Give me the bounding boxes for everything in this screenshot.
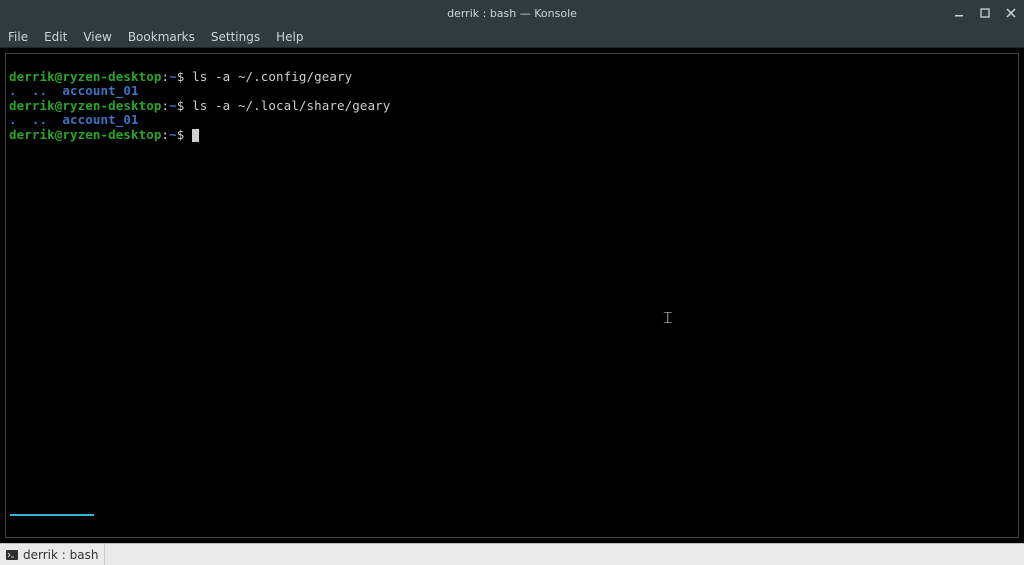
menu-bookmarks[interactable]: Bookmarks	[128, 30, 195, 44]
prompt-user: derrik@ryzen-desktop	[9, 69, 162, 84]
menu-file[interactable]: File	[8, 30, 28, 44]
menu-edit[interactable]: Edit	[44, 30, 67, 44]
command-text: ls -a ~/.local/share/geary	[192, 98, 390, 113]
menu-settings[interactable]: Settings	[211, 30, 260, 44]
output-dots: . ..	[9, 83, 62, 98]
menu-view[interactable]: View	[83, 30, 111, 44]
minimize-button[interactable]	[952, 6, 966, 20]
output-item: account_01	[62, 83, 138, 98]
tab-session[interactable]: derrik : bash	[0, 544, 105, 565]
prompt-end: $	[177, 127, 185, 142]
window-title: derrik : bash — Konsole	[0, 7, 1024, 20]
prompt-path: ~	[169, 127, 177, 142]
window-controls	[952, 0, 1018, 26]
menubar: File Edit View Bookmarks Settings Help	[0, 26, 1024, 48]
prompt-end: $	[177, 98, 185, 113]
menu-help[interactable]: Help	[276, 30, 303, 44]
terminal-output: derrik@ryzen-desktop:~$ ls -a ~/.config/…	[5, 53, 1019, 159]
prompt-user: derrik@ryzen-desktop	[9, 98, 162, 113]
prompt-sep: :	[162, 69, 170, 84]
output-line: . .. account_01	[9, 112, 139, 127]
prompt-line: derrik@ryzen-desktop:~$	[9, 127, 199, 142]
prompt-path: ~	[169, 69, 177, 84]
prompt-sep: :	[162, 98, 170, 113]
text-cursor-ibeam	[667, 313, 669, 329]
prompt-line: derrik@ryzen-desktop:~$ ls -a ~/.config/…	[9, 69, 352, 84]
prompt-user: derrik@ryzen-desktop	[9, 127, 162, 142]
active-tab-indicator	[10, 514, 94, 516]
titlebar: derrik : bash — Konsole	[0, 0, 1024, 26]
terminal-icon	[6, 549, 18, 561]
command-text: ls -a ~/.config/geary	[192, 69, 352, 84]
block-cursor	[192, 129, 199, 142]
prompt-end: $	[177, 69, 185, 84]
prompt-sep: :	[162, 127, 170, 142]
output-dots: . ..	[9, 112, 62, 127]
tab-label: derrik : bash	[23, 548, 98, 562]
tabbar: derrik : bash	[0, 543, 1024, 565]
terminal-area[interactable]: derrik@ryzen-desktop:~$ ls -a ~/.config/…	[5, 53, 1019, 538]
output-item: account_01	[62, 112, 138, 127]
output-line: . .. account_01	[9, 83, 139, 98]
close-button[interactable]	[1004, 6, 1018, 20]
maximize-button[interactable]	[978, 6, 992, 20]
prompt-path: ~	[169, 98, 177, 113]
prompt-line: derrik@ryzen-desktop:~$ ls -a ~/.local/s…	[9, 98, 390, 113]
